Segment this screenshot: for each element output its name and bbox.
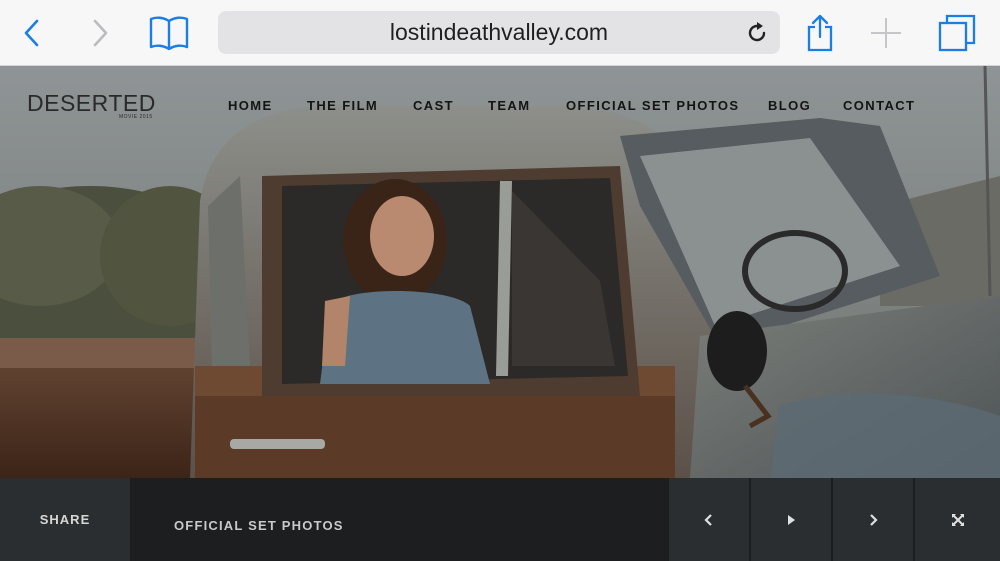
tabs-icon [938,14,976,52]
back-button[interactable] [14,0,50,66]
tabs-button[interactable] [936,0,978,66]
url-text[interactable]: lostindeathvalley.com [218,11,780,54]
play-icon [788,514,795,525]
forward-icon [93,19,108,47]
gallery-title: OFFICIAL SET PHOTOS [174,518,344,533]
nav-blog[interactable]: BLOG [768,98,811,113]
logo-text: DESERTED [27,90,156,116]
prev-button[interactable] [669,478,749,561]
new-tab-button[interactable] [866,0,906,66]
gallery-bar: SHARE OFFICIAL SET PHOTOS [0,478,1000,561]
prev-icon [704,513,712,526]
truck-photo [0,66,1000,478]
address-bar[interactable]: lostindeathvalley.com [218,11,780,54]
add-tab-icon [871,18,901,48]
back-icon [24,19,39,47]
nav-the-film[interactable]: THE FILM [307,98,378,113]
browser-toolbar: lostindeathvalley.com [0,0,1000,66]
share-page-button[interactable] [800,0,840,66]
logo-subtext: MOVIE 2015 [119,114,153,120]
nav-team[interactable]: TEAM [488,98,530,113]
nav-contact[interactable]: CONTACT [843,98,915,113]
reload-icon[interactable] [744,20,770,46]
fullscreen-icon [951,513,964,526]
share-button[interactable]: SHARE [0,478,130,561]
site-logo[interactable]: DESERTED MOVIE 2015 [27,90,156,120]
hero-photo: DESERTED MOVIE 2015 HOME THE FILM CAST T… [0,66,1000,478]
bookmarks-button[interactable] [146,0,192,66]
share-icon [807,14,833,52]
next-button[interactable] [833,478,913,561]
next-icon [870,513,878,526]
play-button[interactable] [751,478,831,561]
nav-cast[interactable]: CAST [413,98,454,113]
forward-button[interactable] [82,0,118,66]
nav-home[interactable]: HOME [228,98,273,113]
nav-official-set-photos[interactable]: OFFICIAL SET PHOTOS [566,98,739,113]
bookmarks-icon [149,16,189,51]
fullscreen-button[interactable] [915,478,1000,561]
